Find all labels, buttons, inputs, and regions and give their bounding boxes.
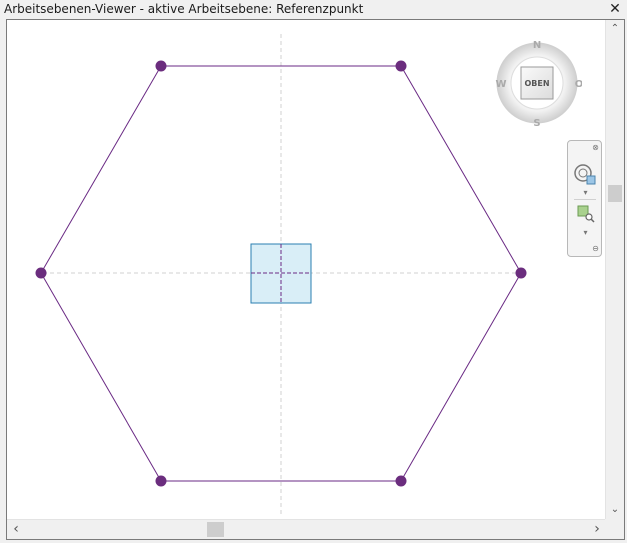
compass-west[interactable]: W <box>495 79 506 90</box>
horizontal-scroll-thumb[interactable] <box>207 522 224 537</box>
drawing-canvas[interactable]: OBEN N S O W ⊗ ▾ ▾ ⊖ <box>7 20 604 517</box>
vertex-point[interactable] <box>155 475 167 487</box>
vertical-scroll-thumb[interactable] <box>608 185 622 202</box>
viewer-frame: OBEN N S O W ⊗ ▾ ▾ ⊖ ⌃ ⌄ ‹ › <box>6 19 625 540</box>
scroll-down-icon[interactable]: ⌄ <box>607 502 623 518</box>
title-bar: Arbeitsebenen-Viewer - aktive Arbeitsebe… <box>0 0 627 19</box>
chevron-down-icon[interactable]: ▾ <box>581 229 590 237</box>
navigation-bar: ⊗ ▾ ▾ ⊖ <box>567 140 602 257</box>
vertex-point[interactable] <box>515 267 527 279</box>
viewcube-face-label: OBEN <box>524 79 549 88</box>
viewcube-graphic: OBEN N S O W <box>495 40 584 129</box>
scroll-right-icon[interactable]: › <box>589 521 605 537</box>
vertex-point[interactable] <box>395 475 407 487</box>
chevron-down-icon[interactable]: ▾ <box>581 189 590 197</box>
navbar-options-icon[interactable]: ⊖ <box>591 245 600 253</box>
close-button[interactable]: ✕ <box>608 1 622 17</box>
horizontal-scrollbar[interactable]: ‹ › <box>7 519 606 539</box>
steering-wheel-icon[interactable] <box>572 161 598 187</box>
compass-east[interactable]: O <box>575 79 584 90</box>
vertex-point[interactable] <box>395 60 407 72</box>
zoom-region-icon[interactable] <box>577 205 595 223</box>
divider <box>574 199 596 200</box>
close-navbar-icon[interactable]: ⊗ <box>591 144 600 152</box>
vertex-point[interactable] <box>35 267 47 279</box>
vertex-point[interactable] <box>155 60 167 72</box>
steering-wheel-graphic <box>574 164 596 185</box>
scroll-corner <box>605 519 624 539</box>
vertical-scrollbar[interactable]: ⌃ ⌄ <box>605 20 624 519</box>
viewcube[interactable]: OBEN N S O W <box>492 38 584 129</box>
scroll-left-icon[interactable]: ‹ <box>8 521 24 537</box>
compass-south[interactable]: S <box>533 118 540 129</box>
scroll-up-icon[interactable]: ⌃ <box>607 21 623 37</box>
zoom-region-graphic <box>577 205 595 223</box>
window-title: Arbeitsebenen-Viewer - aktive Arbeitsebe… <box>4 2 364 16</box>
compass-north[interactable]: N <box>533 40 541 51</box>
